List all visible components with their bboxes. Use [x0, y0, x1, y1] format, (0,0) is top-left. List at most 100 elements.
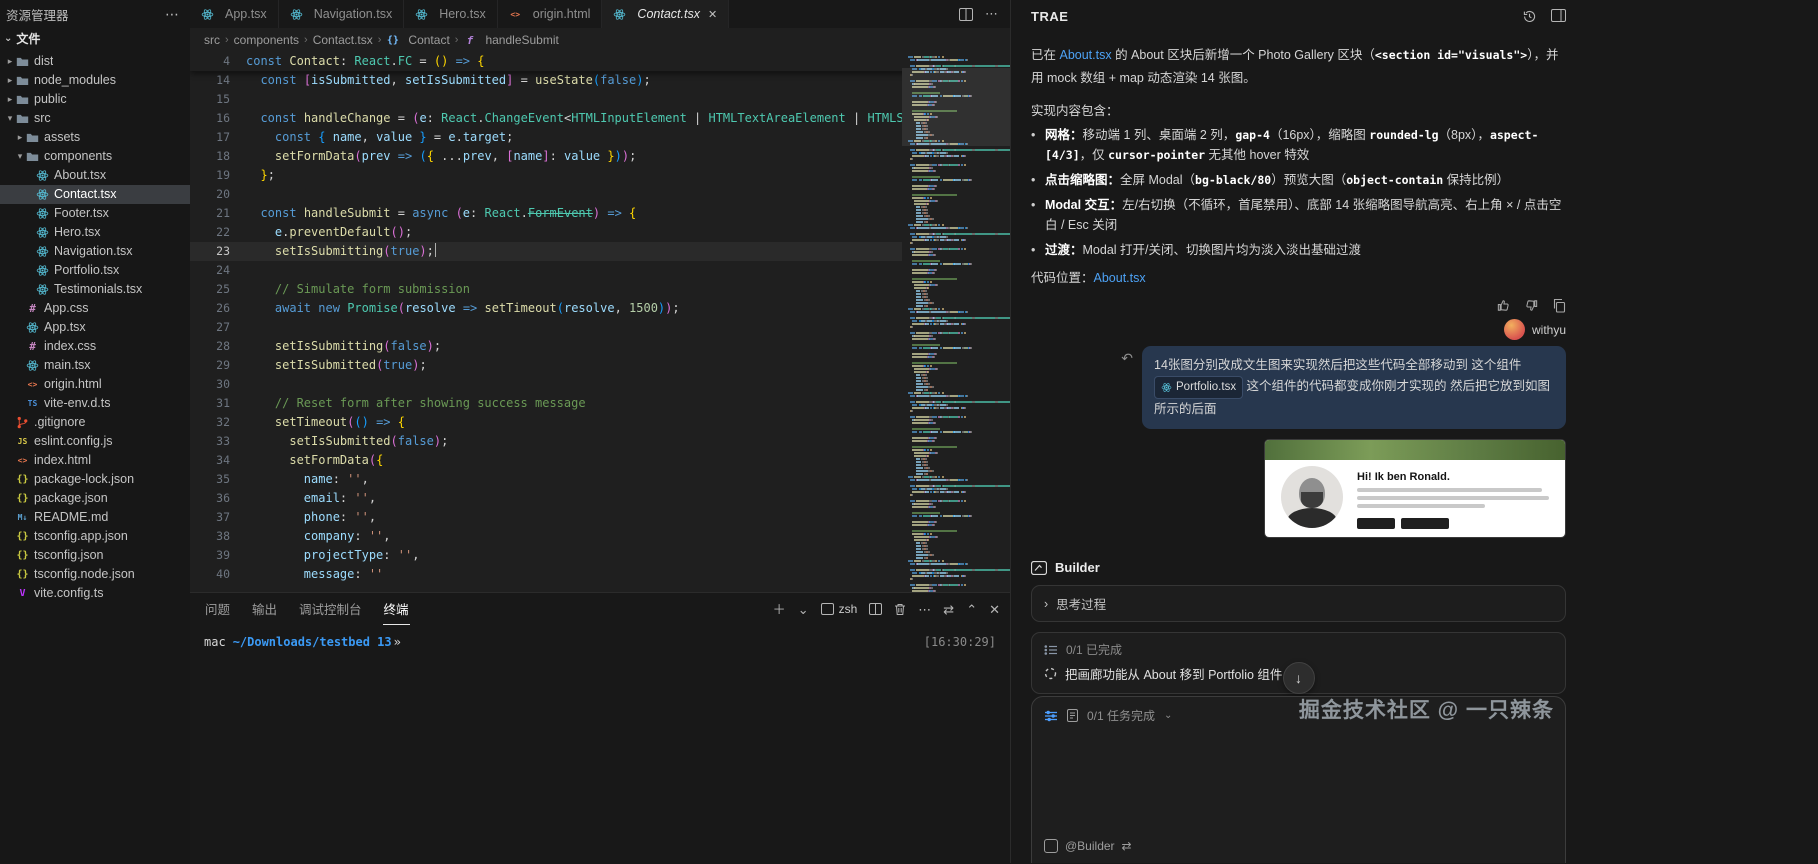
css-icon: #: [26, 299, 44, 318]
editor-tabbar: App.tsxNavigation.tsxHero.tsx<>origin.ht…: [190, 0, 1010, 28]
split-editor-icon[interactable]: [959, 8, 973, 21]
agent-mention-row[interactable]: @Builder ⇄: [1044, 839, 1553, 853]
tree-item-readme-md[interactable]: M↓README.md: [0, 508, 190, 527]
terminal-profile-chevron-icon[interactable]: ⌄: [798, 603, 809, 616]
tree-item-app-tsx[interactable]: App.tsx: [0, 318, 190, 337]
tree-item-package-lock-json[interactable]: {}package-lock.json: [0, 470, 190, 489]
tab-navigation-tsx[interactable]: Navigation.tsx: [279, 0, 405, 28]
tree-item--gitignore[interactable]: .gitignore: [0, 413, 190, 432]
panel-tab-终端[interactable]: 终端: [383, 593, 410, 625]
tree-item-index-html[interactable]: <>index.html: [0, 451, 190, 470]
split-terminal-icon[interactable]: [869, 603, 882, 615]
react-icon: [26, 359, 44, 372]
tree-item-label: Hero.tsx: [54, 223, 101, 242]
files-section-header[interactable]: ⌄ 文件: [0, 26, 190, 51]
tree-item-label: vite-env.d.ts: [44, 394, 110, 413]
tree-item-main-tsx[interactable]: main.tsx: [0, 356, 190, 375]
chat-transcript[interactable]: 已在 About.tsx 的 About 区块后新增一个 Photo Galle…: [1031, 32, 1566, 696]
explorer-more-icon[interactable]: ⋯: [165, 6, 180, 23]
thumbs-down-icon[interactable]: [1524, 298, 1539, 313]
tree-item-footer-tsx[interactable]: Footer.tsx: [0, 204, 190, 223]
history-icon[interactable]: [1522, 9, 1537, 24]
tree-item-src[interactable]: ▾src: [0, 109, 190, 128]
task-status-label: 0/1 任务完成: [1087, 707, 1155, 724]
tree-item-vite-env-d-ts[interactable]: TSvite-env.d.ts: [0, 394, 190, 413]
tree-item-contact-tsx[interactable]: Contact.tsx: [0, 185, 190, 204]
code-line-31: 31 // Reset form after showing success m…: [190, 394, 1010, 413]
tab-label: origin.html: [533, 7, 591, 21]
tree-item-public[interactable]: ▸public: [0, 90, 190, 109]
tree-item-testimonials-tsx[interactable]: Testimonials.tsx: [0, 280, 190, 299]
website-button: [1357, 518, 1395, 529]
checklist-icon: [1044, 644, 1058, 656]
tree-item-origin-html[interactable]: <>origin.html: [0, 375, 190, 394]
panel-tab-问题[interactable]: 问题: [204, 593, 231, 625]
panel-tab-输出[interactable]: 输出: [251, 593, 278, 625]
tree-item-package-json[interactable]: {}package.json: [0, 489, 190, 508]
tree-item-components[interactable]: ▾components: [0, 147, 190, 166]
breadcrumb-item-contact-tsx[interactable]: Contact.tsx: [313, 33, 373, 47]
user-message-bubble: 14张图分别改成文生图来实现然后把这些代码全部移动到 这个组件 Portfoli…: [1142, 346, 1566, 429]
tree-item-label: node_modules: [34, 71, 116, 90]
editor-more-icon[interactable]: ⋯: [985, 6, 998, 22]
maximize-panel-icon[interactable]: ⌃: [966, 603, 977, 616]
thinking-process-toggle[interactable]: › 思考过程: [1031, 585, 1566, 622]
tree-item-index-css[interactable]: #index.css: [0, 337, 190, 356]
task-status-row[interactable]: 0/1 任务完成 ⌄: [1032, 697, 1565, 734]
breadcrumb-item-contact[interactable]: {}Contact: [386, 33, 449, 47]
tree-item-hero-tsx[interactable]: Hero.tsx: [0, 223, 190, 242]
line-content: email: '',: [246, 489, 376, 508]
line-number: 28: [190, 337, 246, 356]
folder-icon: [16, 93, 34, 106]
tree-item-eslint-config-js[interactable]: JSeslint.config.js: [0, 432, 190, 451]
breadcrumb-item-src[interactable]: src: [204, 33, 220, 47]
switch-agent-icon[interactable]: ⇄: [1122, 839, 1132, 853]
assistant-bullet-item: •Modal 交互：左/右切换（不循环，首尾禁用）、底部 14 张缩略图导航高亮…: [1031, 195, 1566, 235]
tab-hero-tsx[interactable]: Hero.tsx: [404, 0, 498, 28]
thumbs-up-icon[interactable]: [1496, 298, 1511, 313]
terminal-shell-chip[interactable]: zsh: [821, 602, 858, 616]
tree-item-node-modules[interactable]: ▸node_modules: [0, 71, 190, 90]
tree-item-tsconfig-node-json[interactable]: {}tsconfig.node.json: [0, 565, 190, 584]
line-content: await new Promise(resolve => setTimeout(…: [246, 299, 680, 318]
minimap[interactable]: [902, 52, 1010, 592]
chat-input-card[interactable]: 0/1 任务完成 ⌄ @Builder ⇄: [1031, 696, 1566, 863]
close-tab-icon[interactable]: ✕: [708, 8, 717, 21]
tab-origin-html[interactable]: <>origin.html: [498, 0, 603, 28]
tree-item-tsconfig-app-json[interactable]: {}tsconfig.app.json: [0, 527, 190, 546]
panel-swap-icon[interactable]: ⇄: [943, 603, 954, 616]
minimap-slider[interactable]: [902, 68, 1010, 146]
file-link[interactable]: About.tsx: [1059, 48, 1111, 62]
code-editor[interactable]: 4const Contact: React.FC = () => { 14 co…: [190, 52, 1010, 592]
tree-item-dist[interactable]: ▸dist: [0, 52, 190, 71]
tab-app-tsx[interactable]: App.tsx: [190, 0, 279, 28]
tree-item-portfolio-tsx[interactable]: Portfolio.tsx: [0, 261, 190, 280]
text-segment: Modal 打开/关闭、切换图片均为淡入淡出基础过渡: [1083, 243, 1362, 257]
breadcrumb-item-components[interactable]: components: [234, 33, 299, 47]
tree-item-app-css[interactable]: #App.css: [0, 299, 190, 318]
tab-contact-tsx[interactable]: Contact.tsx✕: [602, 0, 729, 28]
copy-icon[interactable]: [1552, 298, 1566, 313]
breadcrumb-item-handlesubmit[interactable]: fhandleSubmit: [463, 33, 558, 47]
shell-label: zsh: [839, 602, 858, 616]
panel-tab-调试控制台[interactable]: 调试控制台: [298, 593, 363, 625]
trash-icon[interactable]: [894, 603, 906, 616]
panel-more-icon[interactable]: ⋯: [918, 603, 931, 616]
panel-layout-icon[interactable]: [1551, 9, 1566, 24]
breadcrumb: src›components›Contact.tsx›{}Contact›fha…: [190, 28, 1010, 52]
tree-item-about-tsx[interactable]: About.tsx: [0, 166, 190, 185]
attached-image-website-preview[interactable]: Hi! Ik ben Ronald.: [1264, 439, 1566, 538]
undo-icon[interactable]: ↶: [1121, 350, 1133, 367]
tree-item-vite-config-ts[interactable]: Vvite.config.ts: [0, 584, 190, 603]
line-number: 18: [190, 147, 246, 166]
tree-item-assets[interactable]: ▸assets: [0, 128, 190, 147]
file-chip-portfolio-tsx[interactable]: Portfolio.tsx: [1154, 376, 1243, 399]
tree-item-navigation-tsx[interactable]: Navigation.tsx: [0, 242, 190, 261]
file-link[interactable]: About.tsx: [1094, 271, 1146, 285]
terminal-output[interactable]: mac ~/Downloads/testbed 13 » [16:30:29]: [190, 625, 1010, 649]
tree-item-tsconfig-json[interactable]: {}tsconfig.json: [0, 546, 190, 565]
new-terminal-icon[interactable]: ＋: [773, 603, 786, 616]
vite-icon: V: [16, 584, 34, 603]
close-panel-icon[interactable]: ✕: [989, 603, 1000, 616]
scroll-to-bottom-button[interactable]: ↓: [1283, 662, 1315, 694]
